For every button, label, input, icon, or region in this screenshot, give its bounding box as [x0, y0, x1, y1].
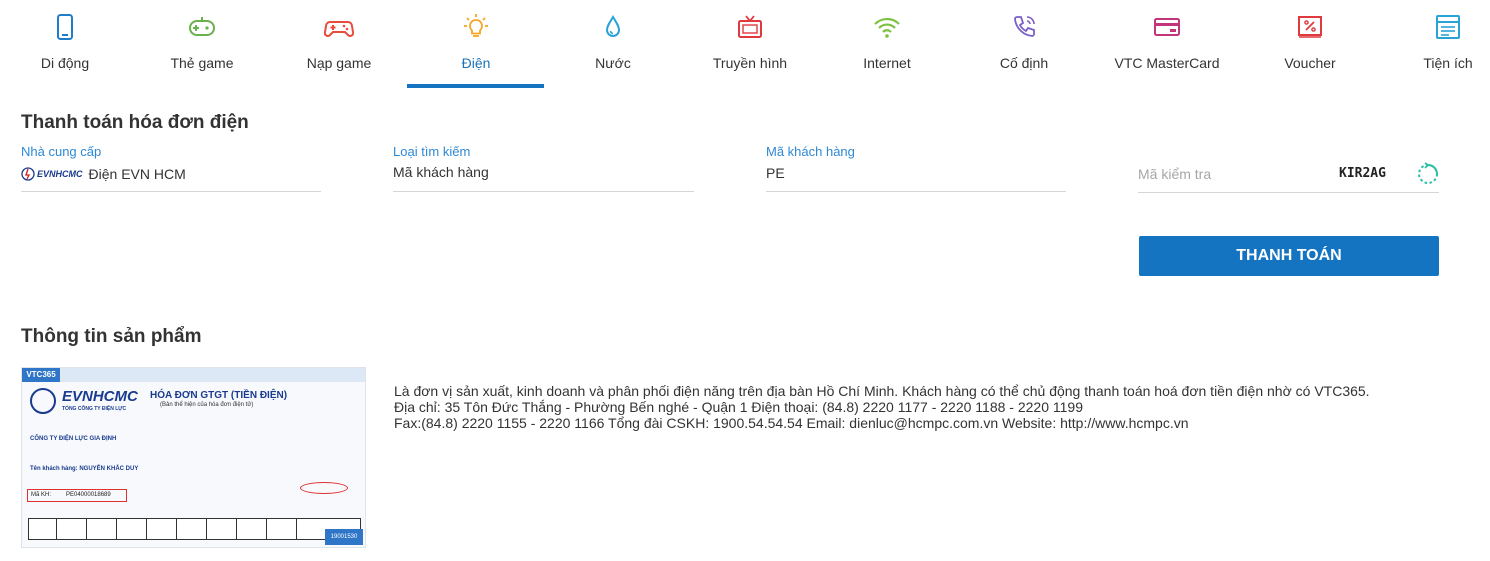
nav-item-water[interactable]: Nước — [543, 0, 683, 88]
search-type-value: Mã khách hàng — [393, 164, 489, 180]
nav-label: Cố định — [999, 55, 1049, 71]
provider-label: Nhà cung cấp — [21, 144, 102, 159]
credit-card-icon — [1152, 12, 1182, 42]
description-line: Là đơn vị sản xuất, kinh doanh và phân p… — [394, 383, 1370, 399]
tv-icon — [735, 12, 765, 42]
service-nav: Di động Thẻ game Nạp game Điện Nước Truy… — [0, 0, 1490, 90]
bill-household-highlight — [300, 482, 348, 494]
bill-col — [237, 519, 267, 539]
evn-hcmc-logo: EVNHCMC — [21, 167, 83, 181]
bill-col — [57, 519, 87, 539]
active-tab-indicator — [407, 84, 544, 88]
bill-customer-name: Tên khách hàng: NGUYỄN KHẮC DUY — [30, 466, 139, 472]
nav-item-mobile[interactable]: Di động — [0, 0, 135, 88]
bill-col — [117, 519, 147, 539]
bill-brand-sub: TỔNG CÔNG TY ĐIỆN LỰC — [62, 406, 127, 412]
nav-item-game-card[interactable]: Thẻ game — [132, 0, 272, 88]
bill-heading: HÓA ĐƠN GTGT (TIỀN ĐIỆN) — [150, 390, 288, 401]
nav-label: Truyền hình — [712, 55, 788, 71]
phone-icon — [1009, 12, 1039, 42]
lightbulb-icon — [461, 12, 491, 42]
nav-label: Thẻ game — [170, 55, 234, 71]
customer-code-input[interactable] — [766, 165, 1066, 181]
bill-col — [177, 519, 207, 539]
utility-icon — [1433, 12, 1463, 42]
nav-label: Nạp game — [306, 55, 372, 71]
nav-label: Điện — [461, 55, 491, 71]
nav-label: VTC MasterCard — [1114, 55, 1220, 71]
customer-code-label: Mã khách hàng — [766, 144, 855, 159]
search-type-select[interactable]: Loại tìm kiếm Mã khách hàng — [393, 144, 694, 192]
captcha-code: KIR2AG — [1339, 166, 1386, 181]
bill-top-strip — [22, 368, 365, 382]
bill-table-header — [28, 518, 361, 540]
bill-customer-code: PE04000018689 — [66, 492, 111, 498]
nav-label: Internet — [863, 55, 911, 71]
product-description: Là đơn vị sản xuất, kinh doanh và phân p… — [394, 383, 1464, 431]
provider-select[interactable]: Nhà cung cấp EVNHCMC Điện EVN HCM — [21, 144, 321, 192]
vtc365-tag: VTC365 — [22, 368, 60, 382]
captcha-field: KIR2AG — [1138, 160, 1439, 193]
voucher-icon — [1295, 12, 1325, 42]
nav-item-television[interactable]: Truyền hình — [680, 0, 820, 88]
description-line: Fax:(84.8) 2220 1155 - 2220 1166 Tổng đà… — [394, 415, 1189, 431]
nav-item-utilities[interactable]: Tiện ích — [1378, 0, 1490, 88]
bill-company: CÔNG TY ĐIỆN LỰC GIA ĐỊNH — [30, 436, 117, 442]
bill-col — [147, 519, 177, 539]
wifi-icon — [872, 12, 902, 42]
provider-value-wrap: EVNHCMC Điện EVN HCM — [21, 166, 186, 182]
nav-item-game-topup[interactable]: Nạp game — [269, 0, 409, 88]
pay-button[interactable]: THANH TOÁN — [1139, 236, 1439, 276]
bill-col — [87, 519, 117, 539]
search-type-label: Loại tìm kiếm — [393, 144, 471, 159]
bill-col — [207, 519, 237, 539]
nav-item-electricity[interactable]: Điện — [406, 0, 546, 88]
bill-customer-code-label: Mã KH: — [31, 492, 52, 498]
product-info-title: Thông tin sản phẩm — [21, 326, 202, 347]
sample-bill-image: VTC365 EVNHCMC TỔNG CÔNG TY ĐIỆN LỰC HÓA… — [21, 367, 366, 548]
description-line: Địa chỉ: 35 Tôn Đức Thắng - Phường Bến n… — [394, 399, 1083, 415]
water-drop-icon — [598, 12, 628, 42]
nav-item-mastercard[interactable]: VTC MasterCard — [1097, 0, 1237, 88]
evn-logo-text: EVNHCMC — [37, 169, 83, 179]
mobile-phone-icon — [50, 12, 80, 42]
nav-item-voucher[interactable]: Voucher — [1240, 0, 1380, 88]
nav-label: Tiện ích — [1423, 55, 1473, 71]
bill-hotline-badge: 19001530 — [325, 529, 363, 545]
nav-label: Nước — [595, 55, 631, 71]
nav-item-landline[interactable]: Cố định — [954, 0, 1094, 88]
nav-label: Di động — [40, 55, 90, 71]
captcha-input[interactable] — [1138, 166, 1308, 182]
game-card-icon — [187, 12, 217, 42]
evn-logo-circle — [30, 388, 56, 414]
bill-col — [29, 519, 57, 539]
bill-subheading: (Bản thể hiện của hóa đơn điện tử) — [160, 402, 254, 408]
refresh-captcha-icon[interactable] — [1416, 162, 1440, 186]
nav-item-internet[interactable]: Internet — [817, 0, 957, 88]
bill-col — [267, 519, 297, 539]
nav-label: Voucher — [1284, 55, 1336, 71]
provider-value: Điện EVN HCM — [88, 166, 186, 182]
gamepad-icon — [324, 12, 354, 42]
customer-code-field: Mã khách hàng — [766, 144, 1066, 192]
bill-brand: EVNHCMC — [62, 388, 138, 405]
page-title: Thanh toán hóa đơn điện — [21, 112, 249, 133]
